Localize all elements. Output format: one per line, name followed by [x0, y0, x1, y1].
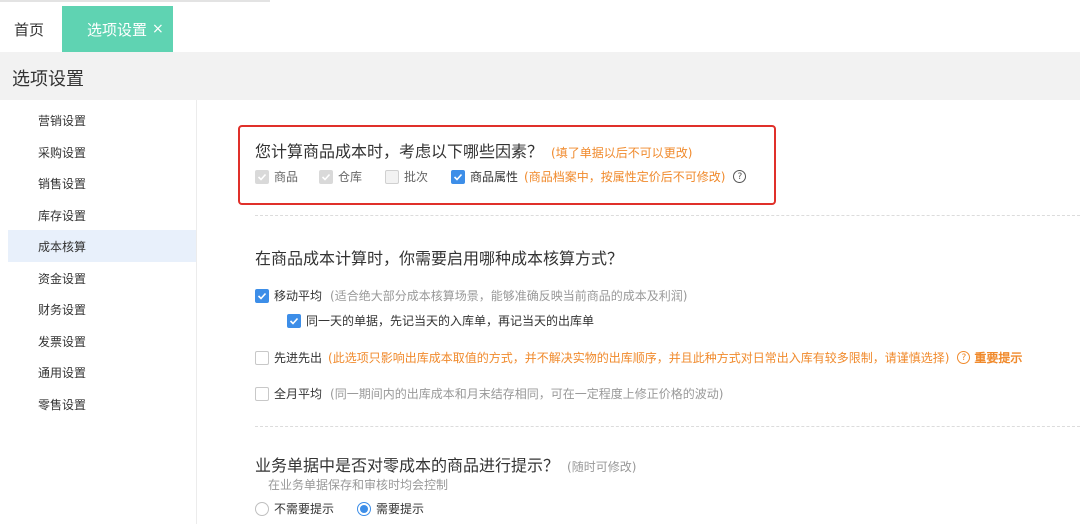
checkbox-moving-average[interactable]: 移动平均 (适合绝大部分成本核算场景，能够准确反映当前商品的成本及利润) — [255, 287, 687, 304]
sidebar-item-inventory[interactable]: 库存设置 — [8, 199, 196, 231]
check-icon — [255, 169, 269, 184]
checkbox-product-attribute[interactable]: 商品属性 (商品档案中，按属性定价后不可修改) ? — [451, 168, 747, 185]
monthly-average-note: (同一期间内的出库成本和月末结存相同，可在一定程度上修正价格的波动) — [330, 387, 724, 401]
checkbox-label: 同一天的单据，先记当天的入库单，再记当天的出库单 — [306, 314, 595, 328]
sidebar-item-cost-accounting[interactable]: 成本核算 — [8, 230, 196, 262]
sidebar-item-label: 采购设置 — [38, 145, 87, 160]
checkbox-batch[interactable]: 批次 — [385, 168, 428, 185]
checkbox-fifo[interactable]: 先进先出 (此选项只影响出库成本取值的方式，并不解决实物的出库顺序，并且此种方式… — [255, 349, 1022, 366]
section2-question: 在商品成本计算时，你需要启用哪种成本核算方式？ — [255, 249, 624, 268]
checkbox-same-day-order[interactable]: 同一天的单据，先记当天的入库单，再记当天的出库单 — [287, 312, 594, 329]
section1-question-text: 您计算商品成本时，考虑以下哪些因素？ — [255, 142, 544, 161]
help-icon[interactable]: ? — [733, 170, 747, 183]
radio-label: 需要提示 — [376, 502, 425, 516]
section3-subtext: 在业务单据保存和审核时均会控制 — [268, 478, 449, 492]
checkbox-label: 全月平均 — [274, 387, 323, 401]
sidebar-item-retail[interactable]: 零售设置 — [8, 388, 196, 420]
sidebar-item-funds[interactable]: 资金设置 — [8, 262, 196, 294]
checkbox-label: 先进先出 — [274, 351, 323, 365]
sidebar-item-finance[interactable]: 财务设置 — [8, 293, 196, 325]
warning-help-icon[interactable]: ? — [957, 351, 971, 364]
sidebar-item-label: 零售设置 — [38, 397, 87, 412]
radio-circle — [255, 501, 269, 516]
section1-question: 您计算商品成本时，考虑以下哪些因素？ (填了单据以后不可以更改) — [255, 138, 692, 162]
checkbox-label: 移动平均 — [274, 289, 323, 303]
section3-question: 业务单据中是否对零成本的商品进行提示？ (随时可修改) — [255, 452, 636, 476]
page-title: 选项设置 — [12, 69, 84, 90]
section1-note: (填了单据以后不可以更改) — [551, 146, 693, 160]
checkbox-box — [385, 169, 399, 184]
sidebar-item-label: 成本核算 — [38, 239, 87, 254]
checkbox-label: 商品 — [274, 170, 299, 184]
radio-no-prompt[interactable]: 不需要提示 — [255, 500, 334, 517]
sidebar-item-purchase[interactable]: 采购设置 — [8, 136, 196, 168]
highlight-box — [238, 125, 776, 205]
moving-average-note: (适合绝大部分成本核算场景，能够准确反映当前商品的成本及利润) — [330, 289, 688, 303]
sidebar-item-invoice[interactable]: 发票设置 — [8, 325, 196, 357]
important-notice-link[interactable]: 重要提示 — [974, 349, 1022, 366]
radio-need-prompt[interactable]: 需要提示 — [357, 500, 424, 517]
check-icon — [319, 169, 333, 184]
page-header: 选项设置 — [0, 52, 1080, 100]
section3-note: (随时可修改) — [567, 460, 637, 474]
top-tab-bar: 首页 选项设置 × — [0, 0, 1080, 52]
sidebar-item-label: 通用设置 — [38, 365, 87, 380]
fifo-note: (此选项只影响出库成本取值的方式，并不解决实物的出库顺序，并且此种方式对日常出入… — [328, 351, 950, 365]
section-divider — [255, 215, 1080, 216]
attribute-note: (商品档案中，按属性定价后不可修改) — [524, 170, 726, 184]
check-icon — [255, 288, 269, 303]
radio-circle — [357, 501, 371, 516]
checkbox-monthly-average[interactable]: 全月平均 (同一期间内的出库成本和月末结存相同，可在一定程度上修正价格的波动) — [255, 385, 723, 402]
checkbox-warehouse[interactable]: 仓库 — [319, 168, 362, 185]
tab-options-settings[interactable]: 选项设置 × — [62, 6, 173, 52]
checkbox-box — [255, 386, 269, 401]
checkbox-product[interactable]: 商品 — [255, 168, 298, 185]
section-divider — [255, 426, 1080, 427]
sidebar-item-label: 财务设置 — [38, 302, 87, 317]
tab-home-label: 首页 — [14, 20, 45, 39]
checkbox-box — [255, 350, 269, 365]
sidebar-item-marketing[interactable]: 营销设置 — [8, 104, 196, 136]
sidebar-item-label: 发票设置 — [38, 334, 87, 349]
sidebar-item-label: 销售设置 — [38, 176, 87, 191]
tab-options-label: 选项设置 — [87, 20, 148, 39]
close-icon[interactable]: × — [152, 21, 164, 37]
checkbox-label: 批次 — [404, 170, 429, 184]
sidebar-item-label: 营销设置 — [38, 113, 87, 128]
checkbox-label: 商品属性 — [470, 170, 519, 184]
tab-home[interactable]: 首页 — [14, 6, 44, 52]
top-line — [0, 0, 270, 2]
sidebar-item-sales[interactable]: 销售设置 — [8, 167, 196, 199]
check-icon — [451, 169, 465, 184]
sidebar-item-general[interactable]: 通用设置 — [8, 356, 196, 388]
section3-question-text: 业务单据中是否对零成本的商品进行提示？ — [255, 456, 560, 475]
sidebar-item-label: 资金设置 — [38, 271, 87, 286]
check-icon — [287, 313, 301, 328]
radio-label: 不需要提示 — [274, 502, 335, 516]
sidebar-item-label: 库存设置 — [38, 208, 87, 223]
checkbox-label: 仓库 — [338, 170, 363, 184]
sidebar: 营销设置 采购设置 销售设置 库存设置 成本核算 资金设置 财务设置 发票设置 … — [8, 104, 196, 524]
